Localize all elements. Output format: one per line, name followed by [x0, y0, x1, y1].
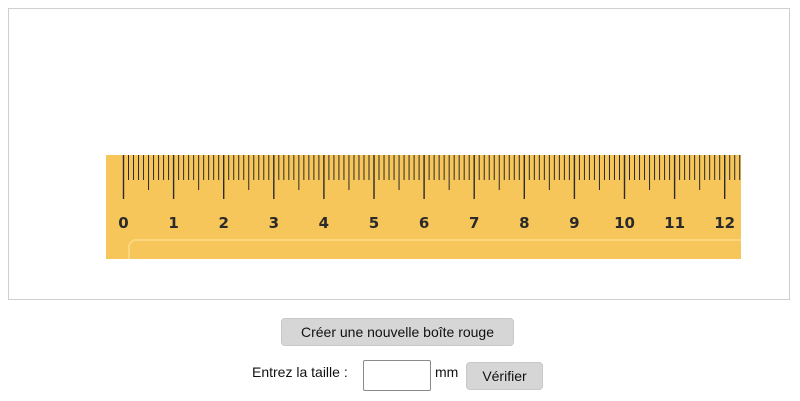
size-input[interactable]	[363, 360, 431, 391]
drawing-canvas: 0 1 2 3 4 5 6 7 8 9 10 11 12	[8, 8, 790, 300]
ruler-tick-label: 8	[519, 214, 529, 232]
ruler-tick-label: 4	[319, 214, 329, 232]
size-unit-label: mm	[435, 364, 459, 380]
create-red-box-button[interactable]: Créer une nouvelle boîte rouge	[281, 318, 514, 346]
ruler-tick-label: 2	[218, 214, 228, 232]
ruler-tick-label: 0	[118, 214, 128, 232]
ruler-tick-label: 12	[714, 214, 735, 232]
ruler-tick-label: 10	[614, 214, 635, 232]
ruler-tick-label: 5	[369, 214, 379, 232]
ruler-tick-label: 3	[269, 214, 279, 232]
ruler-tick-label: 7	[469, 214, 479, 232]
verify-button[interactable]: Vérifier	[466, 362, 543, 390]
ruler-scale: 0 1 2 3 4 5 6 7 8 9 10 11 12	[118, 155, 741, 232]
ruler-tick-label: 1	[168, 214, 178, 232]
ruler-tick-label: 9	[569, 214, 579, 232]
ruler-tick-label: 6	[419, 214, 429, 232]
size-prompt-label: Entrez la taille :	[252, 364, 348, 380]
ruler: 0 1 2 3 4 5 6 7 8 9 10 11 12	[106, 155, 741, 259]
ruler-tick-label: 11	[664, 214, 685, 232]
